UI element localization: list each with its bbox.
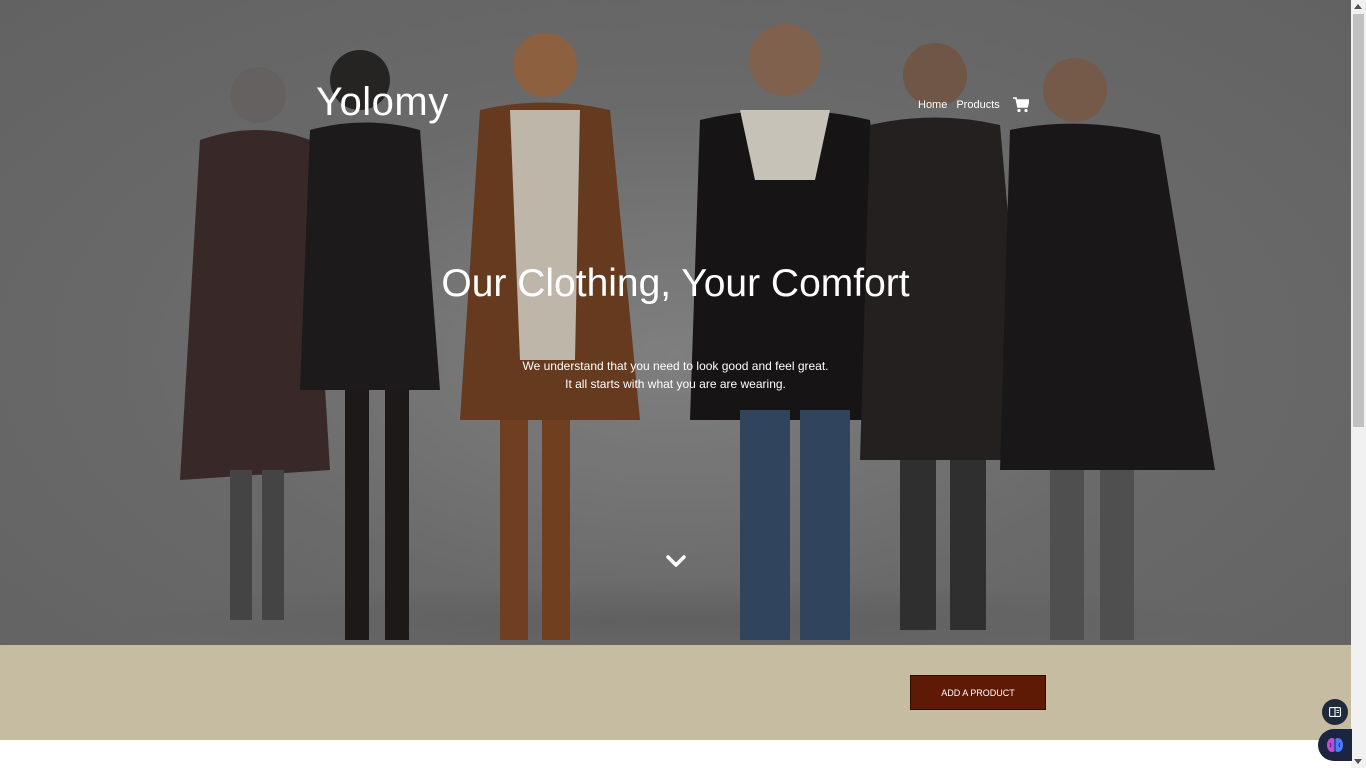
assistant-button[interactable] bbox=[1318, 729, 1352, 761]
main-nav: Home Products bbox=[918, 97, 1029, 113]
scrollbar-thumb[interactable] bbox=[1353, 14, 1364, 427]
shopping-cart-icon[interactable] bbox=[1012, 97, 1029, 113]
scroll-up-arrow-icon[interactable] bbox=[1354, 4, 1362, 9]
add-product-button[interactable]: ADD A PRODUCT bbox=[910, 675, 1046, 710]
scrollbar[interactable] bbox=[1351, 0, 1366, 768]
reader-mode-icon bbox=[1329, 707, 1341, 717]
brain-assistant-icon bbox=[1327, 738, 1343, 752]
chevron-down-icon[interactable] bbox=[666, 553, 686, 569]
hero-subtitle: We understand that you need to look good… bbox=[0, 357, 1351, 393]
hero-title: Our Clothing, Your Comfort bbox=[441, 262, 910, 305]
action-band: ADD A PRODUCT bbox=[0, 645, 1351, 740]
reader-mode-button[interactable] bbox=[1322, 699, 1348, 725]
page: Yolomy Home Products Our Clothing, Your … bbox=[0, 0, 1366, 768]
nav-home-link[interactable]: Home bbox=[918, 99, 947, 111]
nav-products-link[interactable]: Products bbox=[956, 99, 999, 111]
brand-logo[interactable]: Yolomy bbox=[316, 80, 449, 125]
scroll-down-arrow-icon[interactable] bbox=[1354, 759, 1362, 764]
hero-subtitle-line: It all starts with what you are are wear… bbox=[565, 377, 786, 391]
hero-section: Yolomy Home Products Our Clothing, Your … bbox=[0, 0, 1351, 645]
hero-overlay bbox=[0, 0, 1351, 645]
hero-subtitle-line: We understand that you need to look good… bbox=[522, 359, 829, 373]
